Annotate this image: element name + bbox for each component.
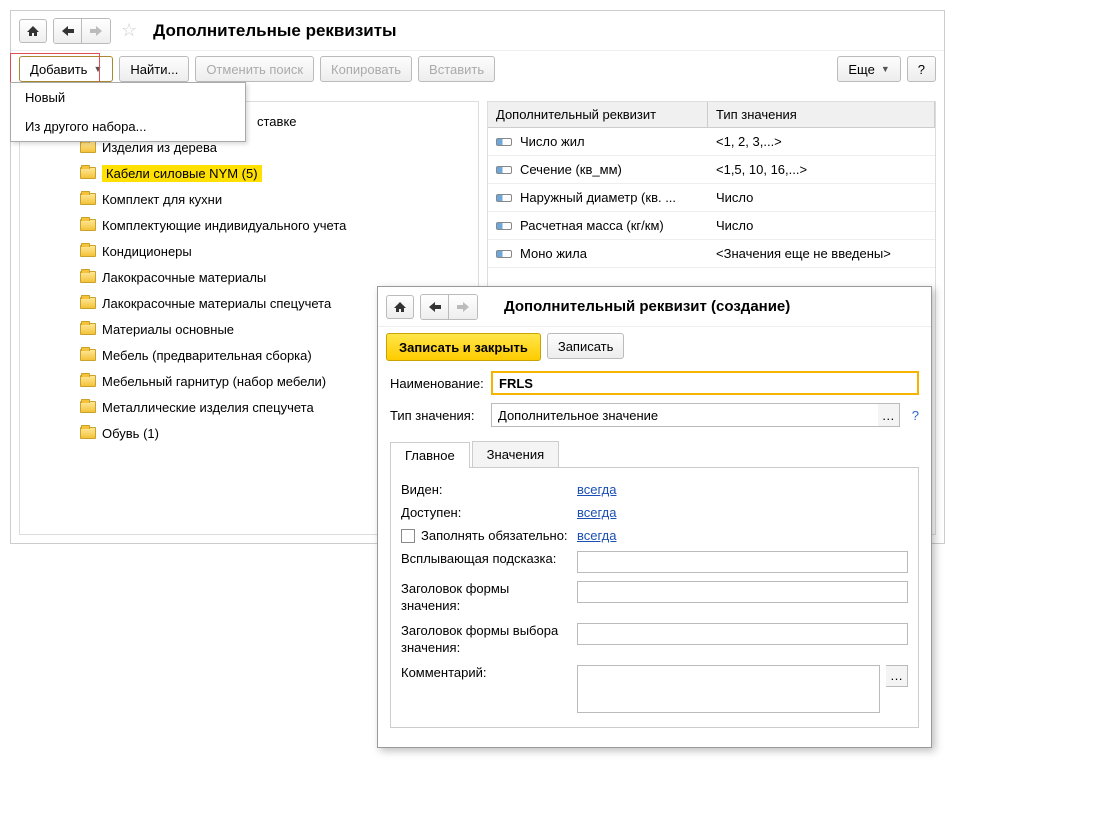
form-choice-title-field[interactable] [577, 623, 908, 645]
available-link[interactable]: всегда [577, 505, 616, 520]
folder-icon [80, 167, 96, 179]
cancel-search-button[interactable]: Отменить поиск [195, 56, 314, 82]
favorite-icon[interactable]: ☆ [121, 20, 137, 41]
paste-button[interactable]: Вставить [418, 56, 495, 82]
grid-row[interactable]: Сечение (кв_мм)<1,5, 10, 16,...> [488, 156, 935, 184]
add-button[interactable]: Добавить▼ [19, 56, 113, 82]
tree-item[interactable]: Комплект для кухни [20, 186, 478, 212]
home-button[interactable] [19, 19, 47, 43]
folder-icon [80, 349, 96, 361]
tree-item[interactable]: Комплектующие индивидуального учета [20, 212, 478, 238]
copy-button[interactable]: Копировать [320, 56, 412, 82]
tab-main[interactable]: Главное [390, 442, 470, 468]
folder-icon [80, 219, 96, 231]
grid-row[interactable]: Расчетная масса (кг/км)Число [488, 212, 935, 240]
form-title-field[interactable] [577, 581, 908, 603]
add-menu[interactable]: Новый Из другого набора... [10, 82, 246, 142]
required-link[interactable]: всегда [577, 528, 616, 543]
required-label: Заполнять обязательно: [421, 528, 568, 543]
folder-icon [80, 427, 96, 439]
property-icon [496, 138, 512, 146]
comment-expand-button[interactable]: … [886, 665, 908, 687]
folder-icon [80, 297, 96, 309]
property-icon [496, 250, 512, 258]
tree-item[interactable]: Кондиционеры [20, 238, 478, 264]
dialog-back-button[interactable] [421, 295, 449, 319]
property-icon [496, 222, 512, 230]
save-button[interactable]: Записать [547, 333, 625, 359]
folder-icon [80, 141, 96, 153]
dialog-forward-button[interactable] [449, 295, 477, 319]
folder-icon [80, 375, 96, 387]
comment-field[interactable] [577, 665, 880, 713]
menu-item-from-set[interactable]: Из другого набора... [11, 112, 245, 141]
form-title-label: Заголовок формы значения: [401, 581, 571, 615]
help-button[interactable]: ? [907, 56, 936, 82]
tooltip-label: Всплывающая подсказка: [401, 551, 571, 568]
name-field[interactable] [491, 371, 919, 395]
tree-item[interactable]: Кабели силовые NYM (5) [20, 160, 478, 186]
type-label: Тип значения: [390, 408, 485, 423]
menu-item-new[interactable]: Новый [11, 83, 245, 112]
find-button[interactable]: Найти... [119, 56, 189, 82]
folder-icon [80, 401, 96, 413]
type-help-icon[interactable]: ? [912, 408, 919, 423]
required-checkbox[interactable] [401, 529, 415, 543]
grid-header-type[interactable]: Тип значения [708, 102, 935, 127]
type-field[interactable] [491, 403, 878, 427]
tab-values[interactable]: Значения [472, 441, 559, 467]
back-button[interactable] [54, 19, 82, 43]
grid-row[interactable]: Моно жила<Значения еще не введены> [488, 240, 935, 268]
forward-button[interactable] [82, 19, 110, 43]
tooltip-field[interactable] [577, 551, 908, 573]
comment-label: Комментарий: [401, 665, 571, 680]
folder-icon [80, 271, 96, 283]
folder-icon [80, 193, 96, 205]
save-close-button[interactable]: Записать и закрыть [386, 333, 541, 361]
folder-icon [80, 245, 96, 257]
folder-icon [80, 323, 96, 335]
page-title: Дополнительные реквизиты [153, 21, 396, 41]
grid-header-prop[interactable]: Дополнительный реквизит [488, 102, 708, 127]
visible-link[interactable]: всегда [577, 482, 616, 497]
form-choice-title-label: Заголовок формы выбора значения: [401, 623, 571, 657]
property-icon [496, 166, 512, 174]
more-button[interactable]: Еще▼ [837, 56, 900, 82]
available-label: Доступен: [401, 505, 571, 520]
grid-row[interactable]: Наружный диаметр (кв. ...Число [488, 184, 935, 212]
type-select-button[interactable]: … [878, 403, 900, 427]
property-icon [496, 194, 512, 202]
create-property-dialog: Дополнительный реквизит (создание) Запис… [377, 286, 932, 748]
dialog-home-button[interactable] [386, 295, 414, 319]
dialog-title: Дополнительный реквизит (создание) [504, 298, 790, 315]
name-label: Наименование: [390, 376, 485, 391]
grid-row[interactable]: Число жил<1, 2, 3,...> [488, 128, 935, 156]
visible-label: Виден: [401, 482, 571, 497]
